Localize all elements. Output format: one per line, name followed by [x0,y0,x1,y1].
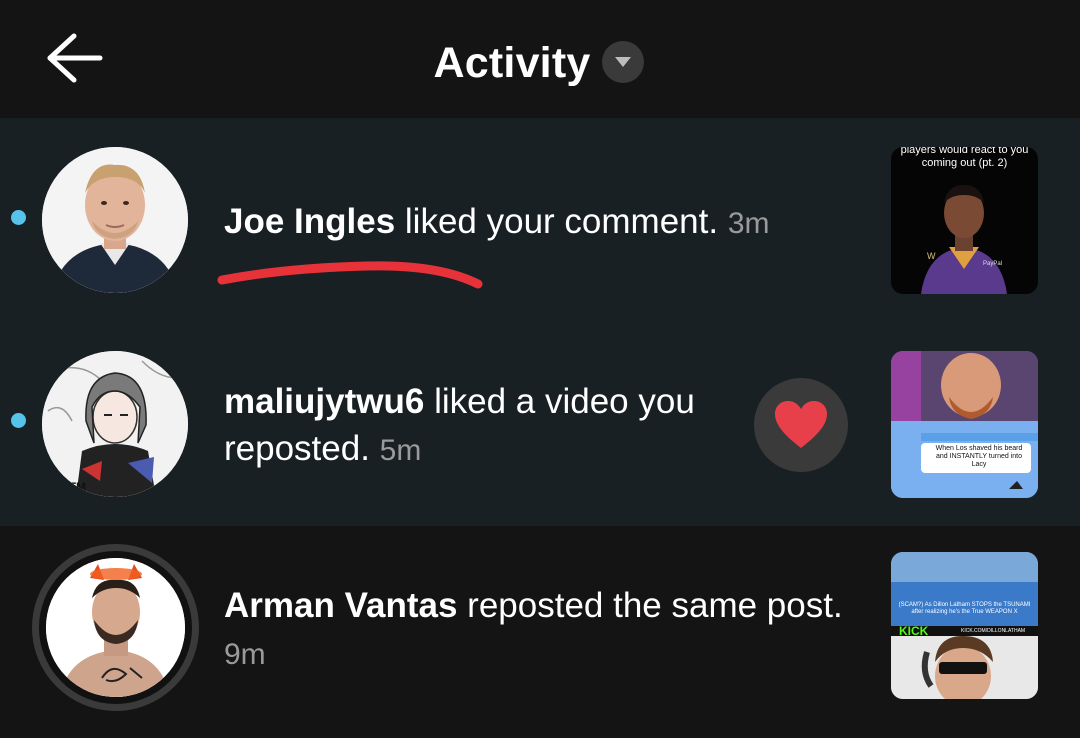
activity-action: liked your comment. [404,202,719,241]
heart-icon [775,401,827,448]
svg-text:W: W [927,251,936,261]
thumbnail-caption: (SCAM?) As Dillon Latham STOPS the TSUNA… [898,602,1031,615]
username[interactable]: Joe Ingles [224,202,395,241]
svg-text:PayPal: PayPal [983,261,1002,267]
activity-item[interactable]: KTM maliujytwu6 liked a video you repost… [0,322,1080,526]
timestamp: 5m [379,434,422,467]
svg-text:KTM: KTM [60,480,86,494]
post-thumbnail[interactable]: (SCAM?) As Dillon Latham STOPS the TSUNA… [891,552,1038,699]
avatar[interactable] [46,558,185,697]
unread-dot [11,413,26,428]
avatar[interactable]: KTM [42,351,188,497]
activity-filter-dropdown[interactable] [602,41,645,83]
top-bar: Activity [0,0,1080,118]
kick-channel-label: KICK.COM/DILLONLATHAM [961,628,1026,634]
red-underline-annotation [217,261,483,289]
activity-text: Joe Ingles liked your comment. 3m [224,198,770,247]
activity-action: reposted the same post. [467,586,843,625]
activity-text: maliujytwu6 liked a video you reposted. … [224,378,695,474]
timestamp: 3m [727,207,770,240]
unread-dot [11,210,26,225]
kick-badge: KICK [899,624,929,638]
post-thumbnail[interactable]: players would react to you coming out (p… [891,147,1038,294]
avatar-story-ring[interactable] [32,544,199,711]
username[interactable]: maliujytwu6 [224,382,424,421]
thumbnail-caption: When Los shaved his beard and INSTANTLY … [935,445,1023,468]
activity-action-line1: liked a video you [434,382,695,421]
activity-action-line2: reposted. [224,429,370,468]
activity-text: Arman Vantas reposted the same post. 9m [224,582,843,678]
timestamp: 9m [224,638,266,671]
caret-down-icon [615,57,632,67]
activity-item[interactable]: Joe Ingles liked your comment. 3m player… [0,118,1080,322]
like-reaction-button[interactable] [754,378,848,472]
page-title: Activity [433,38,591,87]
activity-item[interactable]: Arman Vantas reposted the same post. 9m … [0,526,1080,738]
post-thumbnail[interactable]: When Los shaved his beard and INSTANTLY … [891,351,1038,498]
avatar[interactable] [42,147,188,293]
username[interactable]: Arman Vantas [224,586,457,625]
